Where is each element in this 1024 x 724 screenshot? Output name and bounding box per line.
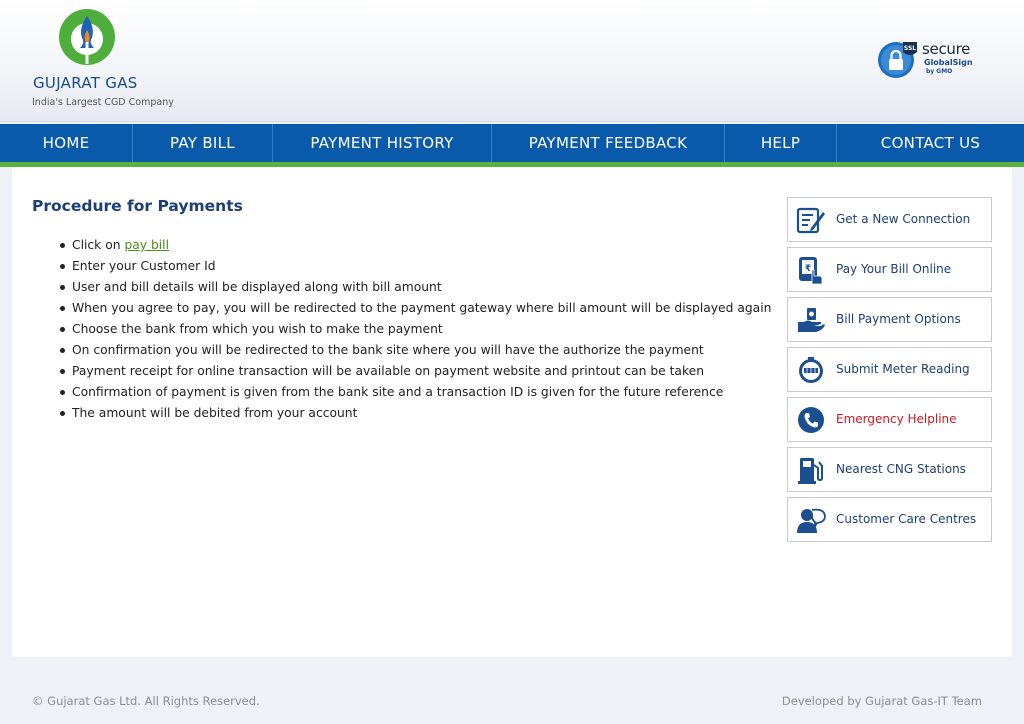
- quick-link-label: Submit Meter Reading: [836, 362, 970, 376]
- quick-link-label: Get a New Connection: [836, 212, 971, 226]
- step-prefix: Click on: [72, 238, 125, 252]
- touch-pay-icon: ₹: [799, 257, 823, 284]
- copyright-text: © Gujarat Gas Ltd. All Rights Reserved.: [32, 694, 260, 708]
- procedure-step: Choose the bank from which you wish to m…: [60, 319, 771, 340]
- main-content: Procedure for Payments Click on pay bill…: [12, 167, 1012, 657]
- fuel-pump-icon: [798, 458, 823, 484]
- quick-links-panel: Get a New Connection ₹ Pay Your Bill Onl…: [787, 197, 992, 547]
- procedure-step: Enter your Customer Id: [60, 256, 771, 277]
- nav-help[interactable]: HELP: [725, 124, 837, 162]
- quick-link-pay-online[interactable]: ₹ Pay Your Bill Online: [787, 247, 992, 292]
- nav-contact-us[interactable]: CONTACT US: [837, 124, 1024, 162]
- quick-link-label: Pay Your Bill Online: [836, 262, 952, 276]
- quick-link-customer-care[interactable]: Customer Care Centres: [787, 497, 992, 542]
- quick-link-cng-stations[interactable]: Nearest CNG Stations: [787, 447, 992, 492]
- brand-name: GUJARAT GAS: [33, 74, 138, 92]
- phone-icon: [798, 407, 824, 433]
- quick-link-label: Customer Care Centres: [836, 512, 977, 526]
- site-footer: © Gujarat Gas Ltd. All Rights Reserved. …: [0, 676, 1024, 724]
- form-edit-icon: [796, 207, 825, 234]
- pay-bill-link[interactable]: pay bill: [124, 238, 169, 252]
- quick-link-emergency-helpline[interactable]: Emergency Helpline: [787, 397, 992, 442]
- quick-link-label: Nearest CNG Stations: [836, 462, 966, 476]
- quick-link-meter-reading[interactable]: Submit Meter Reading: [787, 347, 992, 392]
- quick-link-payment-options[interactable]: Bill Payment Options: [787, 297, 992, 342]
- quick-link-new-connection[interactable]: Get a New Connection: [787, 197, 992, 242]
- ssl-lock-icon: SSL: [878, 42, 917, 78]
- svg-text:₹: ₹: [805, 264, 811, 274]
- gujarat-gas-logo[interactable]: GUJARAT GAS India's Largest CGD Company: [32, 8, 192, 113]
- procedure-step: The amount will be debited from your acc…: [60, 403, 771, 424]
- nav-payment-feedback[interactable]: PAYMENT FEEDBACK: [492, 124, 725, 162]
- site-header: GUJARAT GAS India's Largest CGD Company …: [0, 0, 1024, 122]
- quick-link-label: Emergency Helpline: [836, 412, 957, 426]
- page-title: Procedure for Payments: [32, 197, 243, 215]
- brand-tagline: India's Largest CGD Company: [32, 97, 174, 108]
- nav-pay-bill[interactable]: PAY BILL: [133, 124, 273, 162]
- ssl-provider-text: GlobalSign: [924, 58, 973, 67]
- procedure-step: When you agree to pay, you will be redir…: [60, 298, 771, 319]
- nav-payment-history[interactable]: PAYMENT HISTORY: [273, 124, 492, 162]
- procedure-step: Confirmation of payment is given from th…: [60, 382, 771, 403]
- procedure-step: Click on pay bill: [60, 235, 771, 256]
- procedure-step: User and bill details will be displayed …: [60, 277, 771, 298]
- ssl-text: SSL: [904, 45, 916, 52]
- procedure-steps-list: Click on pay bill Enter your Customer Id…: [60, 235, 771, 424]
- hand-money-icon: [798, 308, 825, 332]
- procedure-step: Payment receipt for online transaction w…: [60, 361, 771, 382]
- nav-home[interactable]: HOME: [0, 124, 133, 162]
- procedure-step: On confirmation you will be redirected t…: [60, 340, 771, 361]
- customer-care-icon: [797, 508, 826, 533]
- developer-credit: Developed by Gujarat Gas-IT Team: [781, 694, 982, 708]
- ssl-secure-text: secure: [922, 40, 971, 58]
- ssl-secure-badge[interactable]: SSL secure GlobalSign by GMO: [876, 40, 980, 80]
- ssl-by-text: by GMO: [926, 68, 953, 75]
- quick-link-label: Bill Payment Options: [836, 312, 961, 326]
- meter-icon: [799, 357, 823, 383]
- flame-logo-icon: [59, 9, 115, 65]
- main-nav: HOME PAY BILL PAYMENT HISTORY PAYMENT FE…: [0, 124, 1024, 162]
